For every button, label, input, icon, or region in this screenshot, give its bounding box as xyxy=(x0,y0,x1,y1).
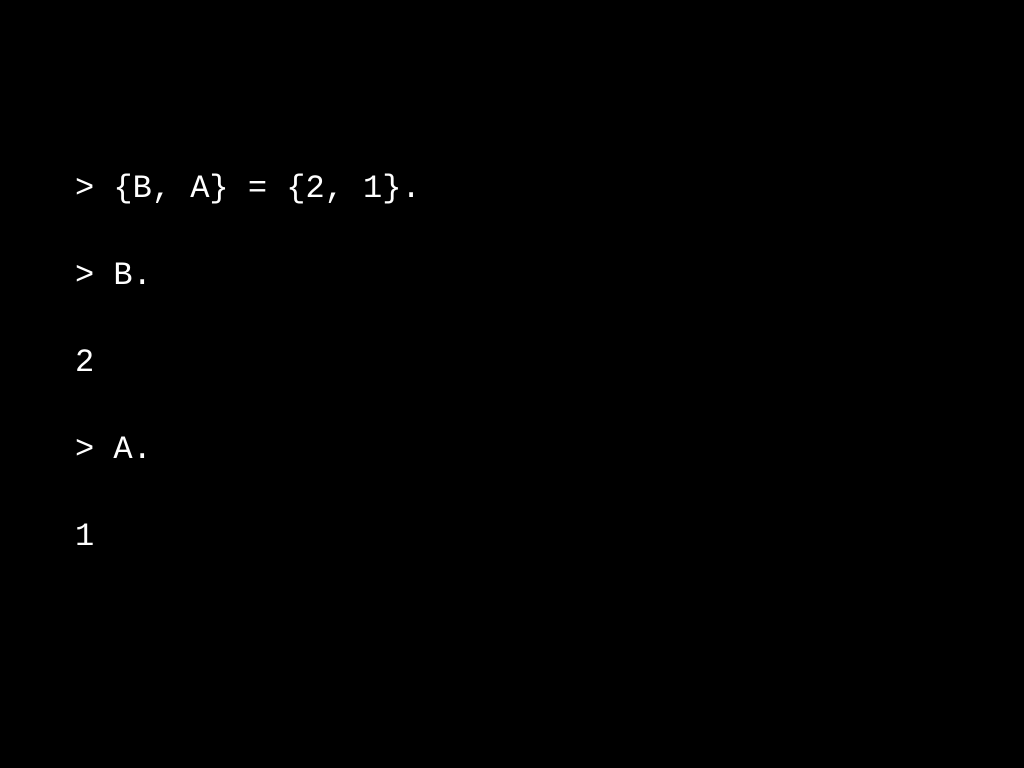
code-line-1: > {B, A} = {2, 1}. xyxy=(75,170,1024,207)
code-line-3: 2 xyxy=(75,344,1024,381)
code-line-2: > B. xyxy=(75,257,1024,294)
code-line-5: 1 xyxy=(75,518,1024,555)
code-line-4: > A. xyxy=(75,431,1024,468)
